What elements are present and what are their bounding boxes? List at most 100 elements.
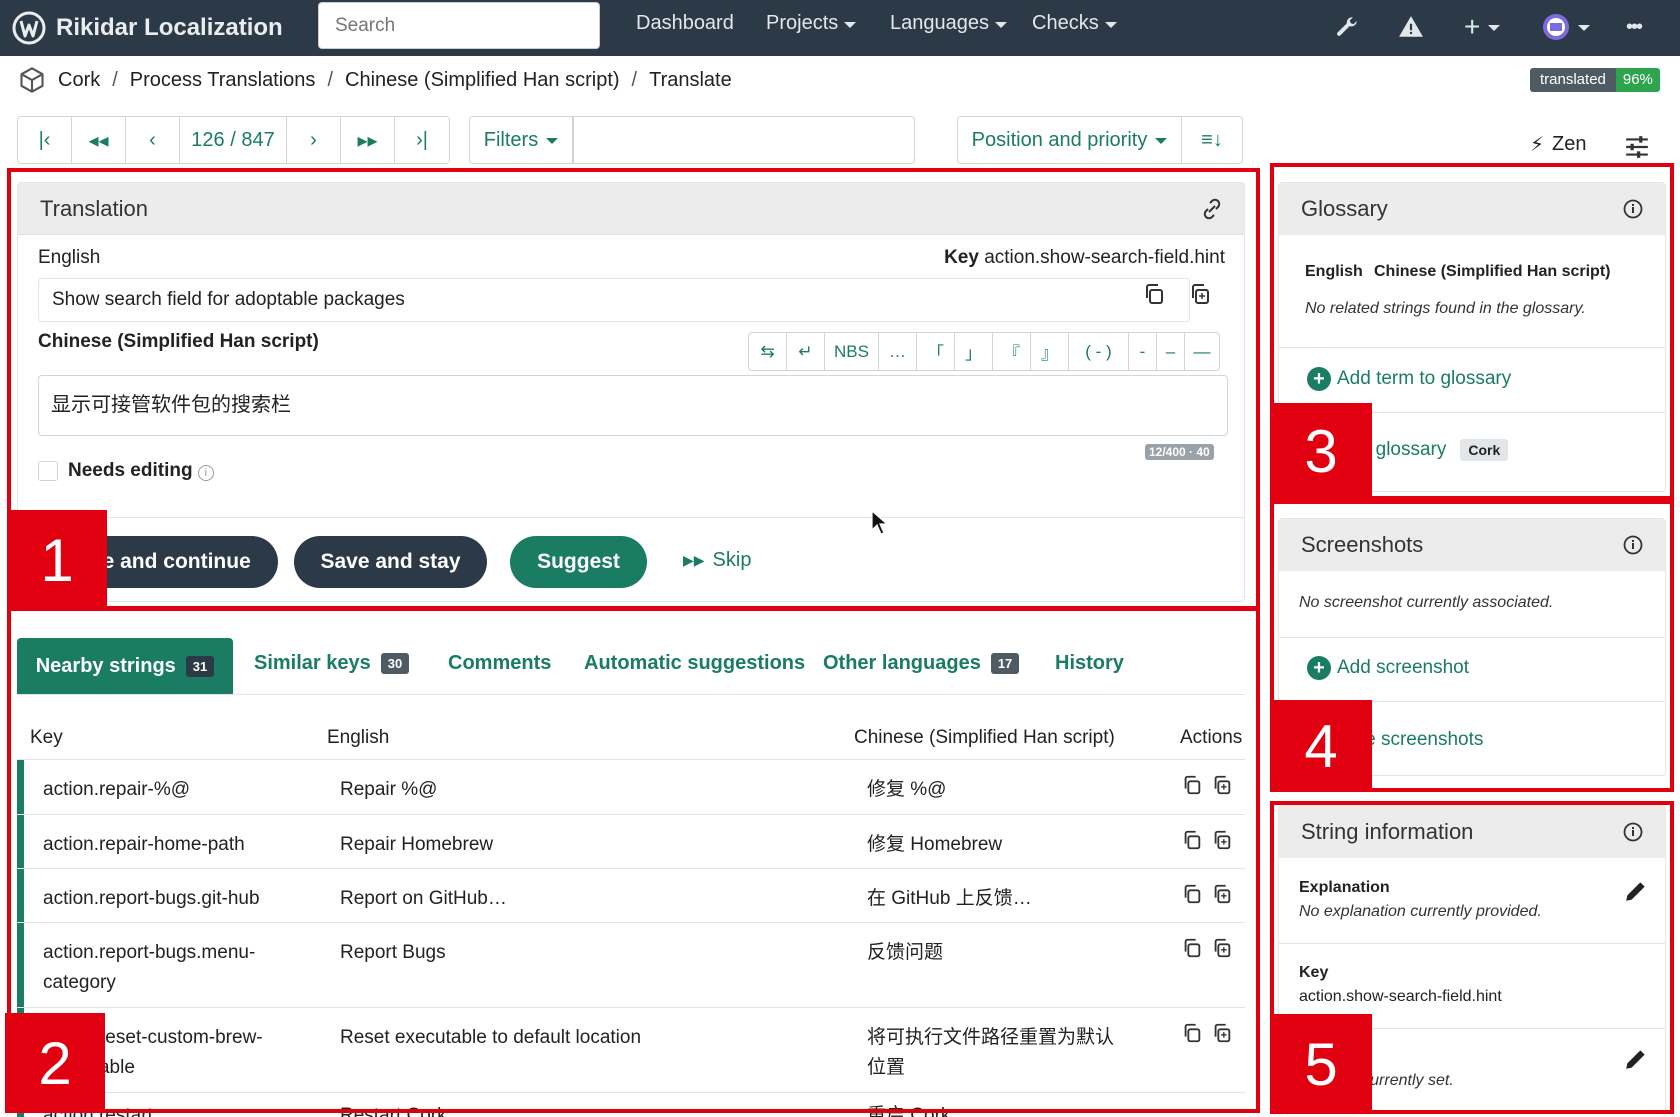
key-info: Key action.show-search-field.hint [944,247,1225,268]
special-char-hyphen[interactable]: - [1129,333,1157,370]
fast-forward-button[interactable]: ▸▸ [341,117,395,163]
special-char-tab[interactable]: ⇆ [749,333,787,370]
tab-history[interactable]: History [1055,652,1124,675]
user-menu[interactable] [1542,10,1590,44]
breadcrumb-component[interactable]: Process Translations [130,69,316,92]
table-row[interactable]: action.repair-home-path Repair Homebrew … [17,814,1245,868]
special-char-em-dash[interactable]: — [1185,333,1219,370]
zen-mode-button[interactable]: ⚡︎ Zen [1530,132,1587,157]
previous-button[interactable]: ‹ [126,117,180,163]
tab-comments[interactable]: Comments [448,652,551,675]
sort-dropdown[interactable]: Position and priority [958,117,1182,163]
special-char-corner-close[interactable]: 」 [955,333,993,370]
add-screenshot-link[interactable]: + Add screenshot [1307,656,1469,680]
clone-icon[interactable] [1211,937,1233,959]
search-input[interactable] [318,2,600,49]
copy-icon[interactable] [1181,883,1203,905]
special-char-dash-pair[interactable]: ( - ) [1069,333,1129,370]
plus-circle-icon: + [1307,656,1331,680]
clone-icon[interactable] [1211,774,1233,796]
copy-icon[interactable] [1181,937,1203,959]
skip-button[interactable]: ▶▶ Skip [683,549,751,572]
tab-other-languages[interactable]: Other languages 17 [823,652,1020,675]
filters-dropdown[interactable]: Filters [469,116,573,164]
translation-textarea[interactable]: 显示可接管软件包的搜索栏 [38,375,1228,436]
table-row[interactable]: action.report-bugs.menu-category Report … [17,922,1245,1007]
help-icon[interactable]: i [197,465,214,481]
key-value: action.show-search-field.hint [1299,988,1502,1005]
pencil-icon[interactable] [1623,1046,1649,1072]
needs-editing-checkbox[interactable] [38,461,58,481]
tab-automatic-suggestions[interactable]: Automatic suggestions [584,652,805,675]
weblate-logo-icon [12,11,46,45]
tab-similar-keys[interactable]: Similar keys 30 [254,652,410,675]
table-row[interactable]: action.reset-custom-brew-executable Rese… [17,1007,1245,1092]
key-label: Key [1299,964,1329,981]
source-string: Show search field for adoptable packages [38,278,1190,322]
table-row[interactable]: action.report-bugs.git-hub Report on Git… [17,868,1245,922]
annotation-label-5: 5 [1270,1014,1372,1114]
add-term-link[interactable]: + Add term to glossary [1307,367,1511,391]
brand[interactable]: Rikidar Localization [12,8,283,48]
pencil-icon[interactable] [1623,878,1649,904]
sort-descending-icon: ≡↓ [1201,128,1223,151]
clone-icon[interactable] [1211,1022,1233,1044]
chevron-down-icon [1578,25,1590,31]
info-icon[interactable] [1623,535,1643,555]
clone-icon[interactable] [1211,829,1233,851]
rewind-button[interactable]: ◂◂ [72,117,126,163]
special-char-white-corner-close[interactable]: 』 [1031,333,1069,370]
more-menu-icon[interactable]: ••• [1626,10,1643,44]
chevron-down-icon [546,138,559,144]
warning-icon[interactable] [1398,10,1424,44]
copy-icon[interactable] [1181,774,1203,796]
last-button[interactable]: ›| [395,117,449,163]
nav-projects[interactable]: Projects [766,12,857,35]
column-header-key: Key [30,727,63,748]
nav-dashboard[interactable]: Dashboard [636,12,734,35]
chevron-down-icon [1155,138,1168,144]
info-icon[interactable] [1623,199,1643,219]
chevron-down-icon [844,21,857,28]
clone-icon[interactable] [1188,282,1212,306]
sort-direction-button[interactable]: ≡↓ [1182,117,1242,163]
first-button[interactable]: |‹ [18,117,72,163]
special-char-en-dash[interactable]: – [1157,333,1185,370]
suggest-button[interactable]: Suggest [510,536,647,588]
info-icon[interactable] [1623,822,1643,842]
next-button[interactable]: › [287,117,341,163]
copy-icon[interactable] [1181,1022,1203,1044]
breadcrumb-project[interactable]: Cork [58,69,100,92]
special-char-ellipsis[interactable]: … [879,333,917,370]
link-icon[interactable] [1200,197,1224,221]
nav-languages[interactable]: Languages [890,12,1007,35]
wrench-icon[interactable] [1334,10,1360,44]
special-char-corner-open[interactable]: 「 [917,333,955,370]
glossary-empty-message: No related strings found in the glossary… [1305,300,1586,317]
package-icon [20,67,44,93]
special-char-newline[interactable]: ↵ [787,333,825,370]
save-stay-button[interactable]: Save and stay [294,536,487,588]
nav-checks[interactable]: Checks [1032,12,1117,35]
tab-nearby-strings[interactable]: Nearby strings 31 [17,638,233,694]
add-menu[interactable]: + [1464,10,1501,44]
clone-icon[interactable] [1211,883,1233,905]
column-header-actions: Actions [1180,727,1243,748]
mouse-cursor-icon [871,510,889,535]
copy-icon[interactable] [1181,829,1203,851]
table-row[interactable]: action.restart Restart Cork 重启 Cork [17,1092,1245,1117]
glossary-header: Glossary [1279,183,1665,235]
copy-icon[interactable] [1142,282,1166,306]
special-char-nbsp[interactable]: NBS [825,333,879,370]
table-row[interactable]: action.repair-%@ Repair %@ 修复 %@ [17,759,1245,814]
breadcrumb-language[interactable]: Chinese (Simplified Han script) [345,69,620,92]
string-info-header: String information [1279,806,1665,858]
chevron-left-icon: ‹ [149,128,156,151]
column-header-english: English [327,727,390,748]
plus-circle-icon: + [1307,367,1331,391]
filter-query-input[interactable] [573,116,915,164]
target-language-label: Chinese (Simplified Han script) [38,331,319,352]
chevron-down-icon [1104,21,1117,28]
special-char-white-corner-open[interactable]: 『 [993,333,1031,370]
sliders-icon[interactable] [1624,134,1650,160]
